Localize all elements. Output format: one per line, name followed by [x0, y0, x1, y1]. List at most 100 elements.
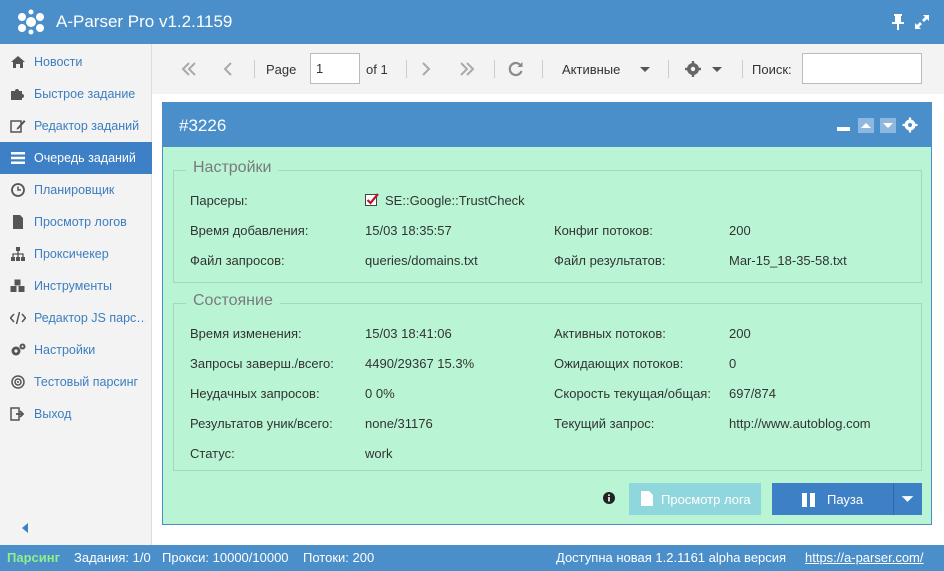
failed-queries-value: 0 0% [365, 386, 395, 401]
waiting-threads-value: 0 [729, 356, 737, 371]
sidebar-item-js-editor[interactable]: Редактор JS парс… [0, 302, 152, 334]
puzzle-icon [11, 89, 24, 100]
minimize-icon[interactable] [837, 127, 850, 131]
sidebar-item-quick-task[interactable]: Быстрое задание [0, 78, 152, 110]
website-link[interactable]: https://a-parser.com/ [805, 550, 924, 565]
edit-icon [10, 120, 26, 133]
list-icon [11, 152, 25, 164]
gear-icon[interactable] [684, 57, 702, 81]
task-panel-header: #3226 [163, 103, 931, 147]
title-bar: A-Parser Pro v1.2.1159 [0, 0, 944, 44]
sidebar-item-task-editor[interactable]: Редактор заданий [0, 110, 152, 142]
results-count-value: none/31176 [365, 416, 433, 431]
sidebar-item-logs[interactable]: Просмотр логов [0, 206, 152, 238]
speed-label: Скорость текущая/общая: [554, 386, 711, 401]
next-page-icon[interactable] [420, 57, 432, 81]
info-icon[interactable] [603, 492, 615, 504]
target-icon [11, 375, 25, 389]
filter-select[interactable]: Активные [562, 62, 620, 77]
refresh-icon[interactable] [507, 57, 525, 81]
sidebar-item-label: Быстрое задание [34, 87, 136, 101]
toolbar-separator [494, 60, 495, 78]
sitemap-icon [11, 247, 25, 261]
sidebar-item-task-queue[interactable]: Очередь заданий [0, 142, 152, 174]
view-log-label: Просмотр лога [661, 492, 751, 507]
toolbar-separator [254, 60, 255, 78]
threads-config-label: Конфиг потоков: [554, 223, 653, 238]
queries-file-label: Файл запросов: [190, 253, 285, 268]
move-down-icon[interactable] [880, 118, 896, 133]
search-input[interactable] [802, 53, 922, 84]
active-threads-label: Активных потоков: [554, 326, 666, 341]
prev-page-icon[interactable] [222, 57, 234, 81]
sidebar-item-logout[interactable]: Выход [0, 398, 152, 430]
speed-value: 697/874 [729, 386, 776, 401]
settings-group: Настройки Парсеры: SE::Google::TrustChec… [173, 159, 922, 283]
sidebar-item-label: Редактор JS парс… [34, 311, 146, 325]
sidebar-item-label: Просмотр логов [34, 215, 127, 229]
settings-legend: Настройки [186, 159, 279, 177]
file-icon [641, 491, 653, 506]
sidebar-item-settings[interactable]: Настройки [0, 334, 152, 366]
queries-done-label: Запросы заверш./всего: [190, 356, 334, 371]
update-notice: Доступна новая 1.2.1161 alpha версия [556, 550, 787, 565]
added-time-value: 15/03 18:35:57 [365, 223, 452, 238]
parsing-status: Парсинг [7, 550, 61, 565]
sidebar-item-label: Новости [34, 55, 83, 69]
pause-label: Пауза [827, 492, 864, 507]
pause-options-button[interactable] [893, 483, 922, 515]
current-query-value: http://www.autoblog.com [729, 416, 871, 431]
chevron-down-icon[interactable] [638, 57, 652, 81]
state-legend: Состояние [186, 292, 280, 310]
sidebar-item-label: Настройки [34, 343, 96, 357]
threads-config-value: 200 [729, 223, 751, 238]
move-up-icon[interactable] [858, 118, 874, 133]
parsers-value: SE::Google::TrustCheck [365, 193, 525, 208]
pagination-toolbar: Page of 1 Активные Поиск: [152, 44, 944, 94]
parsers-label: Парсеры: [190, 193, 248, 208]
pause-button[interactable]: Пауза [772, 483, 893, 515]
current-query-label: Текущий запрос: [554, 416, 655, 431]
failed-queries-label: Неудачных запросов: [190, 386, 320, 401]
results-count-label: Результатов уник/всего: [190, 416, 333, 431]
sidebar-item-news[interactable]: Новости [0, 46, 152, 78]
sidebar-item-proxychecker[interactable]: Проксичекер [0, 238, 152, 270]
status-value: work [365, 446, 393, 461]
clock-icon [11, 183, 25, 197]
sidebar-item-label: Планировщик [34, 183, 115, 197]
last-page-icon[interactable] [458, 57, 476, 81]
queries-done-value: 4490/29367 15.3% [365, 356, 475, 371]
sidebar-item-test-parsing[interactable]: Тестовый парсинг [0, 366, 152, 398]
chevron-down-icon[interactable] [710, 57, 724, 81]
toolbar-separator [668, 60, 669, 78]
app-title: A-Parser Pro v1.2.1159 [56, 12, 233, 31]
pin-icon[interactable] [891, 14, 905, 30]
expand-icon[interactable] [914, 14, 930, 30]
sidebar-item-label: Выход [34, 407, 72, 421]
results-file-label: Файл результатов: [554, 253, 666, 268]
added-time-label: Время добавления: [190, 223, 309, 238]
first-page-icon[interactable] [180, 57, 198, 81]
task-panel: #3226 Настройки Парсеры: SE::Google::Tru… [162, 102, 932, 525]
toolbar-separator [406, 60, 407, 78]
page-label: Page [266, 62, 297, 77]
active-threads-value: 200 [729, 326, 751, 341]
sidebar-item-label: Очередь заданий [34, 151, 136, 165]
results-file-value: Mar-15_18-35-58.txt [729, 253, 847, 268]
page-number-input[interactable] [310, 53, 360, 84]
collapse-sidebar-icon[interactable] [20, 522, 30, 534]
queries-file-value: queries/domains.txt [365, 253, 478, 268]
changed-time-value: 15/03 18:41:06 [365, 326, 452, 341]
sidebar-item-label: Тестовый парсинг [34, 375, 139, 389]
changed-time-label: Время изменения: [190, 326, 302, 341]
sidebar-item-tools[interactable]: Инструменты [0, 270, 152, 302]
gear-icon[interactable] [902, 117, 918, 133]
tasks-count: Задания: 1/0 [74, 550, 151, 565]
toolbar-separator [542, 60, 543, 78]
sidebar-item-scheduler[interactable]: Планировщик [0, 174, 152, 206]
sidebar-item-label: Проксичекер [34, 247, 109, 261]
toolbar-separator [742, 60, 743, 78]
file-icon [13, 215, 23, 229]
state-group: Состояние Время изменения: 15/03 18:41:0… [173, 292, 922, 471]
view-log-button[interactable]: Просмотр лога [629, 483, 761, 515]
